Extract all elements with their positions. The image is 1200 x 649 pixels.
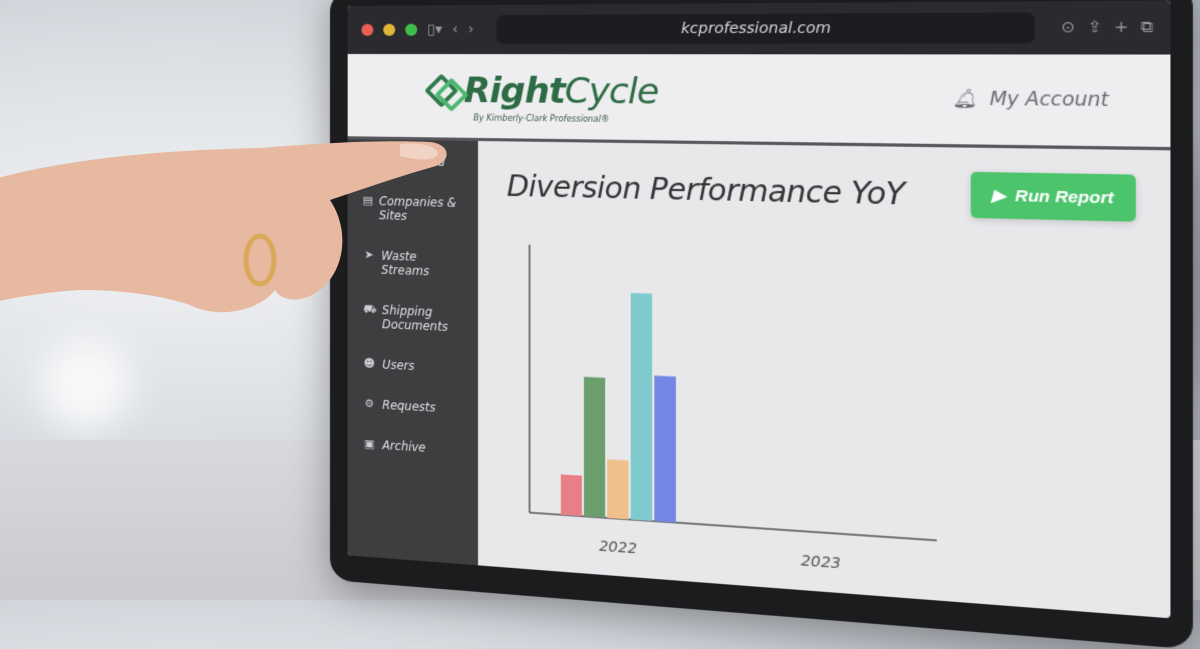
logo-text: RightCycle: [463, 69, 659, 113]
tabs-icon[interactable]: ⧉: [1141, 19, 1153, 37]
bar-2022-series-1: [560, 474, 582, 517]
back-icon[interactable]: ‹: [452, 21, 458, 37]
bar-2022-series-5: [654, 375, 676, 523]
bar-chart-svg: 2022 2023: [499, 234, 961, 573]
bar-2022-series-2: [583, 376, 606, 518]
browser-toolbar: ▯▾ ‹ › kcprofessional.com ⊙ ⇪ + ⧉: [347, 0, 1171, 55]
bar-2022-series-3: [607, 459, 629, 520]
address-bar[interactable]: kcprofessional.com: [496, 12, 1035, 44]
bar-2022-series-4: [630, 292, 653, 521]
diversion-chart: 2022 2023: [499, 234, 961, 608]
logo-subtitle: By Kimberly-Clark Professional®: [473, 112, 610, 124]
url-text: kcprofessional.com: [681, 19, 832, 38]
sidebar-item-label: Requests: [382, 397, 436, 415]
sidebar-item-label: Archive: [382, 438, 426, 455]
run-report-button[interactable]: ▶ Run Report: [970, 171, 1136, 222]
share-icon[interactable]: ⇪: [1087, 19, 1101, 37]
sidebar-item-label: Users: [382, 357, 415, 374]
page-title: Diversion Performance YoY: [506, 168, 905, 212]
forward-icon[interactable]: ›: [468, 21, 474, 37]
close-window-button[interactable]: [361, 23, 374, 36]
sidebar-item-archive[interactable]: ▣ Archive: [362, 437, 462, 457]
new-tab-icon[interactable]: +: [1114, 19, 1128, 37]
rightcycle-logo[interactable]: RightCycle By Kimberly-Clark Professiona…: [424, 69, 659, 124]
sidebar-item-requests[interactable]: ⚙ Requests: [362, 397, 462, 417]
play-icon: ▶: [991, 186, 1006, 206]
my-account-button[interactable]: 🔔︎ My Account: [952, 88, 1108, 111]
my-account-label: My Account: [989, 88, 1109, 112]
archive-icon: ▣: [364, 437, 375, 451]
download-icon[interactable]: ⊙: [1061, 19, 1075, 37]
x-tick-label: 2023: [801, 552, 841, 572]
sidebar-icon[interactable]: ▯▾: [427, 22, 442, 38]
x-tick-label: 2022: [599, 538, 637, 558]
minimize-window-button[interactable]: [383, 23, 396, 36]
run-report-label: Run Report: [1014, 186, 1114, 208]
users-icon: ☻: [363, 356, 376, 371]
maximize-window-button[interactable]: [405, 23, 418, 36]
main-content: Diversion Performance YoY ▶ Run Report 2…: [478, 141, 1170, 618]
logo-mark-icon: [424, 72, 469, 112]
pointing-hand: [0, 141, 447, 313]
bell-icon: 🔔︎: [952, 88, 978, 111]
requests-icon: ⚙: [364, 396, 375, 411]
background-blur: [40, 340, 130, 430]
sidebar-item-users[interactable]: ☻ Users: [362, 357, 462, 376]
